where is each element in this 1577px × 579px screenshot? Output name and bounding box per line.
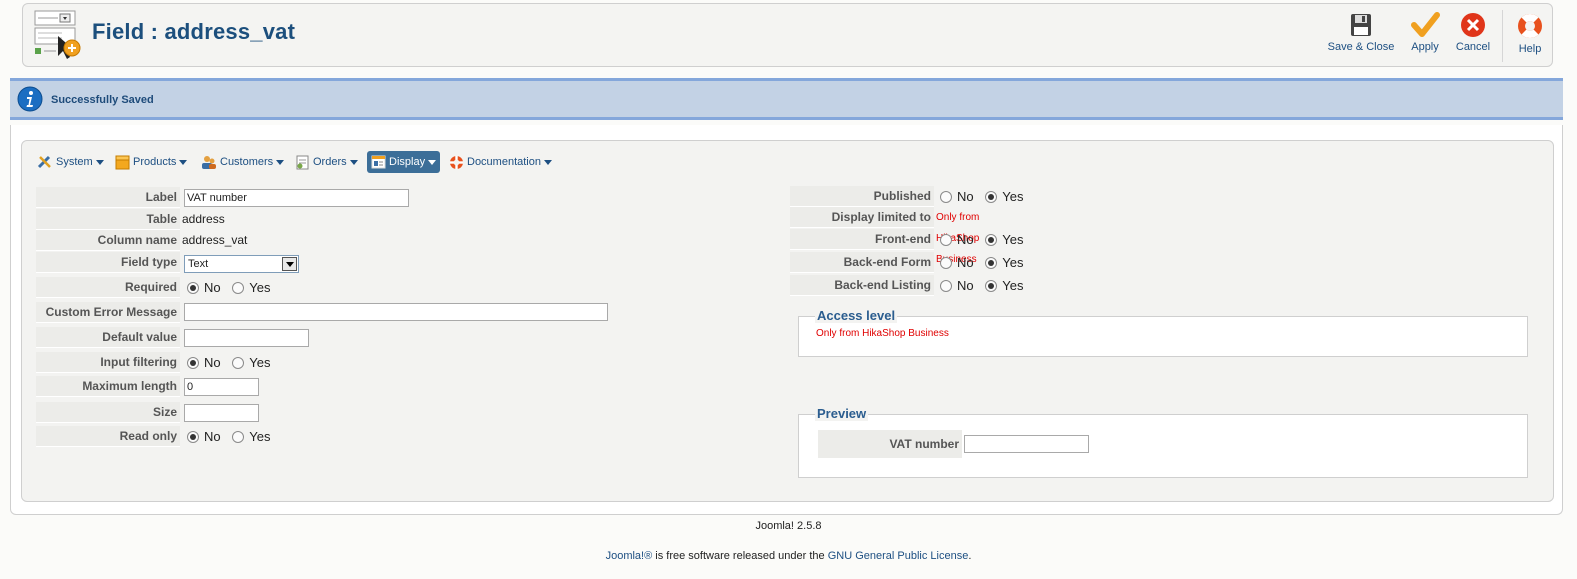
access-level-legend: Access level (815, 308, 898, 323)
max-length-input[interactable] (184, 378, 259, 396)
lifebuoy-icon (450, 155, 463, 169)
menu-system[interactable]: System (33, 151, 108, 173)
backend-listing-yes-radio[interactable] (985, 280, 998, 292)
field-type-select[interactable]: Text (184, 255, 299, 273)
default-value-input[interactable] (184, 329, 309, 347)
footer-version: Joomla! 2.5.8 (755, 520, 822, 532)
preview-fieldset: Preview VAT number (798, 406, 1528, 478)
tools-icon (37, 156, 51, 169)
gpl-link[interactable]: GNU General Public License (828, 550, 969, 562)
field-edit-icon (34, 10, 81, 59)
info-icon (17, 86, 43, 112)
message-text: Successfully Saved (51, 94, 154, 106)
footer-license: Joomla!® is free software released under… (605, 550, 972, 562)
cancel-button[interactable]: Cancel (1453, 12, 1493, 62)
chevron-down-icon (95, 159, 104, 165)
display-icon (371, 155, 386, 169)
users-icon (202, 155, 216, 169)
lifebuoy-icon (1518, 14, 1542, 38)
preview-vat-input[interactable] (964, 435, 1089, 453)
display-limited-note: Only from HikaShop Business (936, 212, 980, 265)
menu-display[interactable]: Display (367, 151, 441, 173)
page-title: Field : address_vat (92, 19, 296, 44)
required-yes-radio[interactable] (232, 282, 245, 294)
apply-button[interactable]: Apply (1407, 12, 1443, 62)
toolbar: Field : address_vat Save & Close Apply C… (22, 3, 1553, 67)
save-close-button[interactable]: Save & Close (1325, 12, 1397, 62)
chevron-down-icon (349, 159, 358, 165)
checkmark-icon (1411, 12, 1440, 37)
orders-icon (296, 155, 309, 170)
help-button[interactable]: Help (1513, 12, 1547, 62)
custom-error-input[interactable] (184, 303, 608, 321)
menu-products[interactable]: Products (111, 151, 191, 173)
preview-legend: Preview (815, 406, 869, 421)
read-only-no-radio[interactable] (187, 431, 199, 443)
size-input[interactable] (184, 404, 259, 422)
frontend-yes-radio[interactable] (985, 234, 998, 246)
input-filtering-no-radio[interactable] (187, 357, 199, 369)
joomla-link[interactable]: Joomla!® (606, 550, 653, 562)
menu-orders[interactable]: Orders (291, 151, 362, 173)
menu-documentation[interactable]: Documentation (445, 151, 556, 173)
cancel-icon (1461, 13, 1485, 37)
chevron-down-icon (179, 159, 188, 165)
system-message: Successfully Saved (10, 78, 1563, 120)
box-icon (115, 155, 130, 170)
preview-field-label: VAT number (818, 430, 962, 459)
required-no-radio[interactable] (187, 282, 199, 294)
menu-customers[interactable]: Customers (197, 151, 288, 173)
read-only-yes-radio[interactable] (232, 431, 245, 443)
column-name-value: address_vat (182, 233, 248, 247)
access-level-fieldset: Access level Only from HikaShop Business (798, 308, 1528, 357)
table-value: address (182, 212, 225, 226)
input-filtering-yes-radio[interactable] (232, 357, 245, 369)
chevron-down-icon (282, 257, 297, 271)
toolbar-separator (1502, 10, 1503, 62)
published-no-radio[interactable] (940, 191, 952, 203)
backend-form-yes-radio[interactable] (985, 257, 998, 269)
label-input[interactable] (184, 189, 409, 207)
backend-form-no-radio[interactable] (940, 257, 952, 269)
chevron-down-icon (276, 159, 285, 165)
chevron-down-icon (428, 159, 437, 165)
chevron-down-icon (544, 159, 552, 165)
floppy-disk-icon (1351, 14, 1371, 36)
access-level-note: Only from HikaShop Business (816, 328, 949, 339)
license-text: is free software released under the (652, 550, 828, 562)
published-yes-radio[interactable] (985, 191, 998, 203)
backend-listing-no-radio[interactable] (940, 280, 952, 292)
frontend-no-radio[interactable] (940, 234, 952, 246)
